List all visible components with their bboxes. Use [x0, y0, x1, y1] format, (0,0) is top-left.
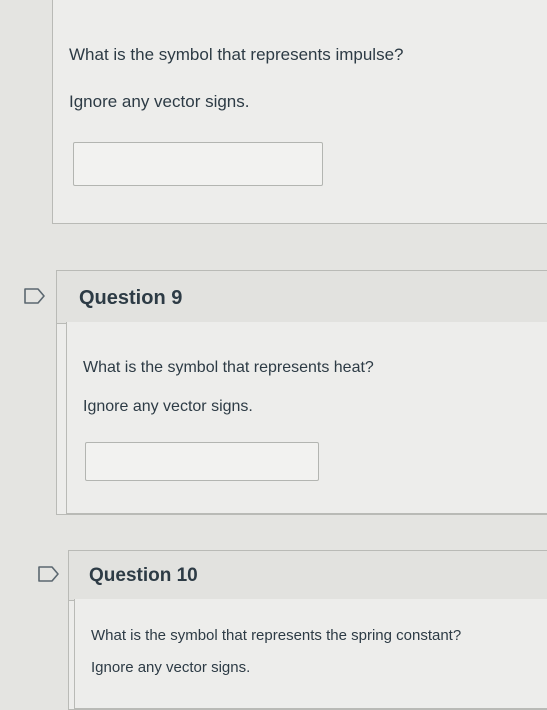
question-8-note: Ignore any vector signs.	[69, 92, 250, 111]
question-9-answer-input[interactable]	[85, 442, 319, 481]
question-9-note: Ignore any vector signs.	[83, 398, 253, 415]
question-10-note: Ignore any vector signs.	[91, 659, 251, 676]
question-8-prompt: What is the symbol that represents impul…	[69, 45, 404, 64]
question-9-body: What is the symbol that represents heat?…	[66, 322, 547, 514]
question-10-header: Question 10	[69, 551, 547, 601]
question-9-prompt: What is the symbol that represents heat?	[83, 359, 374, 376]
question-10-body: What is the symbol that represents the s…	[74, 599, 547, 709]
question-8-answer-input[interactable]	[73, 142, 323, 186]
question-10-title: Question 10	[89, 565, 198, 586]
question-8-panel: What is the symbol that represents impul…	[52, 0, 547, 224]
question-10-prompt: What is the symbol that represents the s…	[91, 627, 462, 644]
question-9-title: Question 9	[79, 287, 183, 309]
flag-question-10-icon[interactable]	[38, 566, 60, 582]
flag-question-9-icon[interactable]	[24, 288, 46, 304]
question-9-header: Question 9	[57, 271, 547, 324]
